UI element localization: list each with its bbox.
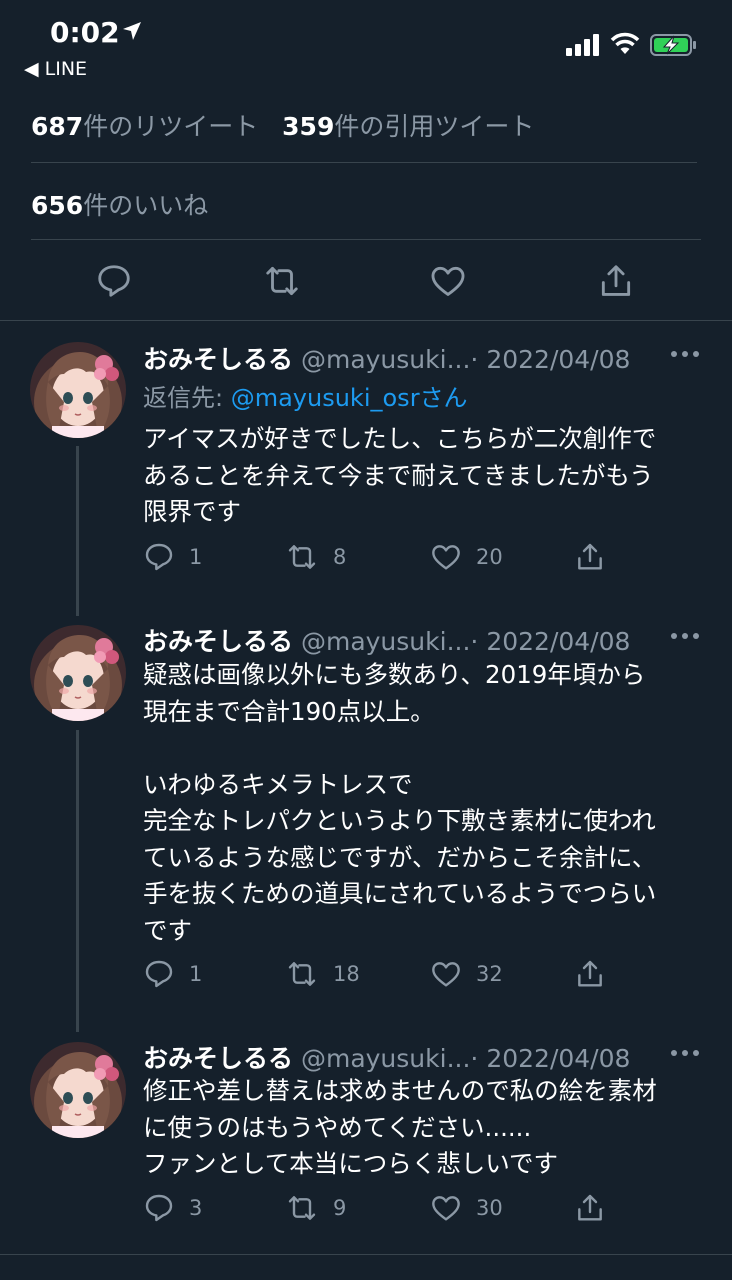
retweet-count: 9 <box>333 1196 347 1220</box>
display-name[interactable]: おみそしるる <box>143 345 293 374</box>
reply-count: 3 <box>189 1196 203 1220</box>
likes-count: 656 <box>31 191 84 220</box>
like-count: 30 <box>476 1196 503 1220</box>
like-heart-icon <box>432 962 460 987</box>
display-name[interactable]: おみそしるる <box>143 1044 293 1073</box>
like-button[interactable]: 20 <box>430 541 503 573</box>
status-bar: 0:02 ◀ LINE <box>0 0 732 90</box>
replying-to: 返信先: @mayusuki_osrさん <box>143 378 468 413</box>
user-handle[interactable]: @mayusuki... <box>301 627 470 656</box>
display-name[interactable]: おみそしるる <box>143 627 293 656</box>
tweet-header: おみそしるる @mayusuki...· 2022/04/08 <box>143 622 630 658</box>
retweet-icon <box>288 545 316 569</box>
like-heart-icon[interactable] <box>429 262 467 300</box>
quotes-count: 359 <box>282 112 335 141</box>
tweet-actions: 1 8 20 <box>143 541 623 581</box>
avatar[interactable] <box>30 625 126 721</box>
retweets-count: 687 <box>31 112 84 141</box>
clock-time: 0:02 <box>50 16 120 49</box>
tweet-date: · 2022/04/08 <box>470 1044 631 1073</box>
back-to-line-button[interactable]: ◀ LINE <box>24 58 87 80</box>
retweet-button[interactable]: 8 <box>285 541 346 573</box>
avatar[interactable] <box>30 342 126 438</box>
reply-button[interactable]: 1 <box>143 958 202 990</box>
like-button[interactable]: 32 <box>430 958 503 990</box>
share-icon <box>578 543 602 570</box>
user-handle[interactable]: @mayusuki... <box>301 345 470 374</box>
tweet-text: 疑惑は画像以外にも多数あり、2019年頃から 現在まで合計190点以上。 いわゆ… <box>143 660 657 945</box>
likes-label[interactable]: 件のいいね <box>83 191 208 220</box>
wifi-icon <box>610 32 640 54</box>
likes-stats: 656件のいいね <box>31 186 208 222</box>
like-count: 20 <box>476 545 503 569</box>
like-button[interactable]: 30 <box>430 1192 503 1224</box>
retweet-count: 18 <box>333 962 360 986</box>
divider <box>0 320 732 321</box>
quotes-label[interactable]: 件の引用ツイート <box>334 112 534 141</box>
retweet-button[interactable]: 9 <box>285 1192 346 1224</box>
share-icon <box>578 1194 602 1221</box>
user-handle[interactable]: @mayusuki... <box>301 1044 470 1073</box>
reply-icon <box>145 1194 173 1222</box>
reply-button[interactable]: 3 <box>143 1192 202 1224</box>
tweet-actions: 1 18 32 <box>143 958 623 998</box>
like-heart-icon <box>432 1196 460 1221</box>
retweet-icon[interactable] <box>262 262 302 300</box>
retweets-label[interactable]: 件のリツイート <box>83 112 258 141</box>
thread-line <box>76 730 79 1032</box>
share-button[interactable] <box>574 541 606 573</box>
tweet-header: おみそしるる @mayusuki...· 2022/04/08 <box>143 1039 630 1075</box>
retweet-icon <box>288 1196 316 1220</box>
divider <box>0 1254 732 1255</box>
more-options-icon[interactable] <box>670 347 700 361</box>
reply-icon[interactable] <box>95 262 133 300</box>
location-arrow-icon <box>123 22 141 40</box>
share-button[interactable] <box>574 1192 606 1224</box>
reply-icon <box>145 960 173 988</box>
tweet-text: 修正や差し替えは求めませんので私の絵を素材 に使うのはもうやめてください....… <box>143 1076 657 1178</box>
share-icon <box>578 960 602 987</box>
retweet-count: 8 <box>333 545 347 569</box>
battery-charging-icon <box>650 34 696 56</box>
cellular-signal-icon <box>566 34 599 56</box>
retweet-icon <box>288 962 316 986</box>
share-button[interactable] <box>574 958 606 990</box>
avatar[interactable] <box>30 1042 126 1138</box>
tweet-text: アイマスが好きでしたし、こちらが二次創作で あることを弁えて今まで耐えてきました… <box>143 424 657 526</box>
reply-suffix: さん <box>419 384 468 412</box>
tweet-actions: 3 9 30 <box>143 1192 623 1232</box>
reply-icon <box>145 543 173 571</box>
more-options-icon[interactable] <box>670 629 700 643</box>
more-options-icon[interactable] <box>670 1046 700 1060</box>
thread-line <box>76 446 79 616</box>
retweet-button[interactable]: 18 <box>285 958 360 990</box>
divider <box>31 162 697 163</box>
tweet-date: · 2022/04/08 <box>470 345 631 374</box>
retweet-quote-stats: 687件のリツイート 359件の引用ツイート <box>31 107 534 143</box>
tweet-date: · 2022/04/08 <box>470 627 631 656</box>
reply-prefix: 返信先: <box>143 384 231 412</box>
reply-button[interactable]: 1 <box>143 541 202 573</box>
divider <box>31 239 701 240</box>
like-count: 32 <box>476 962 503 986</box>
like-heart-icon <box>432 545 460 570</box>
tweet-header: おみそしるる @mayusuki...· 2022/04/08 <box>143 340 630 376</box>
share-icon[interactable] <box>597 262 635 300</box>
reply-count: 1 <box>189 545 203 569</box>
reply-count: 1 <box>189 962 203 986</box>
reply-mention-link[interactable]: @mayusuki_osr <box>231 384 420 412</box>
